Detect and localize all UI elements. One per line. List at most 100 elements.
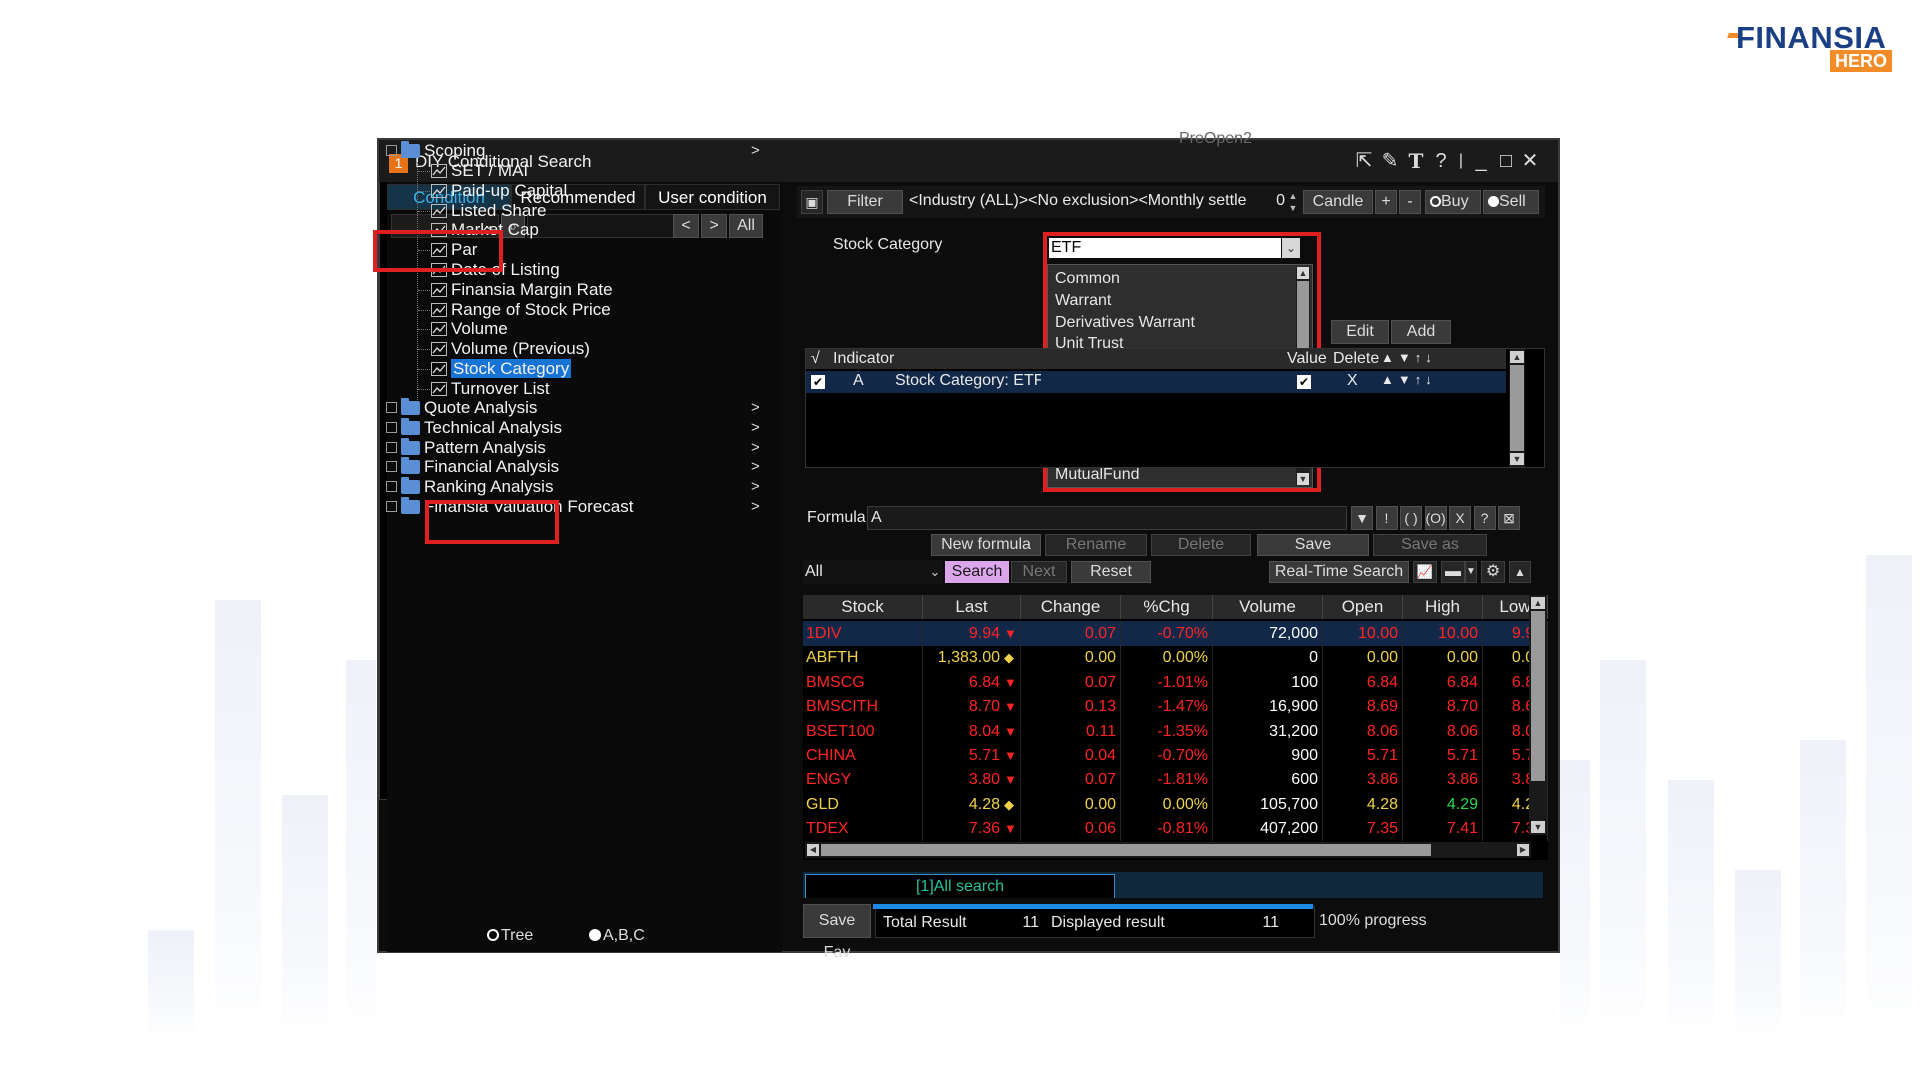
pin-icon[interactable]: ✎	[1378, 149, 1402, 173]
candle-button[interactable]: Candle	[1303, 190, 1373, 214]
expand-toggle[interactable]	[386, 441, 397, 453]
expand-arrow[interactable]: >	[751, 478, 760, 495]
collapse-up-icon[interactable]: ▲	[1509, 561, 1531, 583]
chevron-down-icon[interactable]: ⌄	[927, 560, 943, 584]
buy-option[interactable]: Buy	[1425, 190, 1481, 214]
realtime-search-button[interactable]: Real-Time Search	[1269, 561, 1409, 583]
close-icon[interactable]: ✕	[1518, 149, 1542, 173]
next-page-button[interactable]: >	[701, 214, 727, 238]
collapse-toggle[interactable]	[386, 145, 397, 156]
tab-user-condition[interactable]: User condition	[645, 184, 780, 210]
column-header-change[interactable]: Change	[1021, 595, 1121, 619]
condition-search-input[interactable]	[527, 214, 677, 238]
maximize-icon[interactable]: □	[1494, 149, 1518, 173]
view-abc-option[interactable]: A,B,C	[589, 927, 645, 945]
table-row[interactable]: CHINA 5.71 ▼ 0.04 -0.70% 900 5.71 5.71 5.71	[803, 743, 1548, 768]
next-button[interactable]: Next	[1011, 561, 1067, 583]
delete-button[interactable]: Delete	[1151, 534, 1251, 556]
column-header-volume[interactable]: Volume	[1213, 595, 1323, 619]
scroll-left-icon[interactable]: ◀	[807, 844, 819, 856]
add-button[interactable]: Add	[1391, 320, 1451, 344]
scroll-down-icon[interactable]: ▼	[1510, 453, 1524, 465]
filter-button[interactable]: Filter	[827, 190, 903, 214]
expand-arrow[interactable]: >	[751, 498, 760, 515]
all-button[interactable]: All	[729, 214, 763, 238]
not-operator[interactable]: !	[1375, 506, 1398, 530]
indicator-row-checkbox[interactable]: ✔	[811, 375, 825, 389]
expand-arrow[interactable]: >	[751, 142, 760, 159]
value-checkbox[interactable]: ✔	[1297, 375, 1311, 389]
scroll-down-icon[interactable]: ▼	[1531, 821, 1545, 833]
line-chart-icon[interactable]: 📈	[1413, 561, 1437, 583]
table-row[interactable]: GLD 4.28 ◆ 0.00 0.00% 105,700 4.28 4.29 4.27	[803, 791, 1548, 817]
tree-node-volume-previous-[interactable]: Volume (Previous)	[431, 338, 590, 360]
column-header-last[interactable]: Last	[923, 595, 1021, 619]
expand-arrow[interactable]: >	[751, 419, 760, 436]
parentheses-operator[interactable]: ( )	[1400, 506, 1422, 530]
formula-input[interactable]: A	[867, 506, 1347, 530]
expand-toggle[interactable]	[386, 461, 397, 473]
expand-arrow[interactable]: >	[751, 458, 760, 475]
sell-option[interactable]: Sell	[1483, 190, 1539, 214]
search-button[interactable]: Search	[945, 561, 1009, 583]
scroll-up-icon[interactable]: ▲	[1531, 597, 1545, 609]
filter-settings-icon[interactable]: ▣	[801, 190, 823, 214]
reset-button[interactable]: Reset	[1071, 561, 1151, 583]
save-fav-button[interactable]: Save Fav	[803, 904, 871, 961]
scroll-thumb[interactable]	[1531, 611, 1545, 781]
expand-toggle[interactable]	[386, 402, 397, 413]
popout-icon[interactable]: ⇱	[1352, 149, 1376, 173]
prev-button[interactable]: <	[673, 214, 699, 238]
gear-icon[interactable]: ⚙	[1481, 561, 1505, 583]
grid-view-icon[interactable]: ▬	[1441, 561, 1465, 583]
column-header-high[interactable]: High	[1403, 595, 1483, 619]
scroll-thumb[interactable]	[1510, 365, 1524, 451]
table-row[interactable]: BSET100 8.04 ▼ 0.11 -1.35% 31,200 8.06 8.06 8.04	[803, 718, 1548, 744]
save-as-button[interactable]: Save as	[1373, 534, 1487, 556]
spin-arrows-icon[interactable]: ▲ ▼	[1287, 190, 1299, 214]
minus-button[interactable]: -	[1399, 190, 1421, 214]
new-formula-button[interactable]: New formula	[931, 534, 1041, 556]
reorder-row-icons[interactable]: ▲▼↑↓	[1381, 372, 1436, 387]
tree-node-stock-category[interactable]: Stock Category	[431, 358, 572, 380]
minimize-icon[interactable]: _	[1469, 149, 1493, 173]
column-header-stock[interactable]: Stock	[803, 595, 923, 619]
expand-arrow[interactable]: >	[751, 439, 760, 456]
clear-icon[interactable]: X	[1449, 506, 1471, 530]
tree-node-set-mai[interactable]: SET / MAI	[431, 160, 528, 182]
plus-button[interactable]: +	[1375, 190, 1397, 214]
hscroll-thumb[interactable]	[821, 844, 1431, 856]
results-scrollbar[interactable]: ▲ ▼	[1529, 595, 1547, 835]
tree-node-ranking-analysis[interactable]: Ranking Analysis	[401, 476, 553, 498]
tab-all-search[interactable]: [1]All search	[805, 874, 1115, 898]
dropdown-icon[interactable]: ▼	[1351, 506, 1373, 530]
expand-arrow[interactable]: >	[751, 399, 760, 416]
results-hscrollbar[interactable]: ◀ ▶	[805, 842, 1531, 858]
spin-value[interactable]: 0	[1261, 192, 1285, 210]
column-header--chg[interactable]: %Chg	[1121, 595, 1213, 619]
tree-node-range-of-stock-price[interactable]: Range of Stock Price	[431, 299, 611, 321]
tree-node-pattern-analysis[interactable]: Pattern Analysis	[401, 437, 546, 459]
edit-button[interactable]: Edit	[1331, 320, 1389, 344]
expand-toggle[interactable]	[386, 481, 397, 493]
tree-node-listed-share[interactable]: Listed Share	[431, 200, 546, 222]
expand-toggle[interactable]	[386, 421, 397, 433]
tree-node-quote-analysis[interactable]: Quote Analysis	[401, 397, 537, 419]
table-row[interactable]: BMSCG 6.84 ▼ 0.07 -1.01% 100 6.84 6.84 6.84	[803, 669, 1548, 695]
tree-node-technical-analysis[interactable]: Technical Analysis	[401, 417, 562, 439]
chevron-down-icon[interactable]: ▼	[1465, 561, 1477, 583]
expand-icon[interactable]: ⊠	[1498, 506, 1520, 530]
column-header-open[interactable]: Open	[1323, 595, 1403, 619]
scroll-right-icon[interactable]: ▶	[1517, 844, 1529, 856]
help-icon[interactable]: ?	[1473, 506, 1496, 530]
tree-node-paid-up-capital[interactable]: Paid-up Capital	[431, 180, 567, 202]
tree-node-finansia-margin-rate[interactable]: Finansia Margin Rate	[431, 279, 613, 301]
table-row[interactable]: TDEX 7.36 ▼ 0.06 -0.81% 407,200 7.35 7.41 7.32	[803, 816, 1548, 842]
scope-select[interactable]: All	[803, 560, 943, 584]
view-tree-option[interactable]: Tree	[487, 927, 533, 945]
font-size-icon[interactable]: T	[1404, 149, 1428, 173]
delete-row-button[interactable]: X	[1347, 372, 1358, 390]
circle-operator[interactable]: (O)	[1424, 506, 1447, 530]
rename-button[interactable]: Rename	[1045, 534, 1147, 556]
table-row[interactable]: ABFTH 1,383.00 ◆ 0.00 0.00% 0 0.00 0.00 0.00	[803, 645, 1548, 671]
